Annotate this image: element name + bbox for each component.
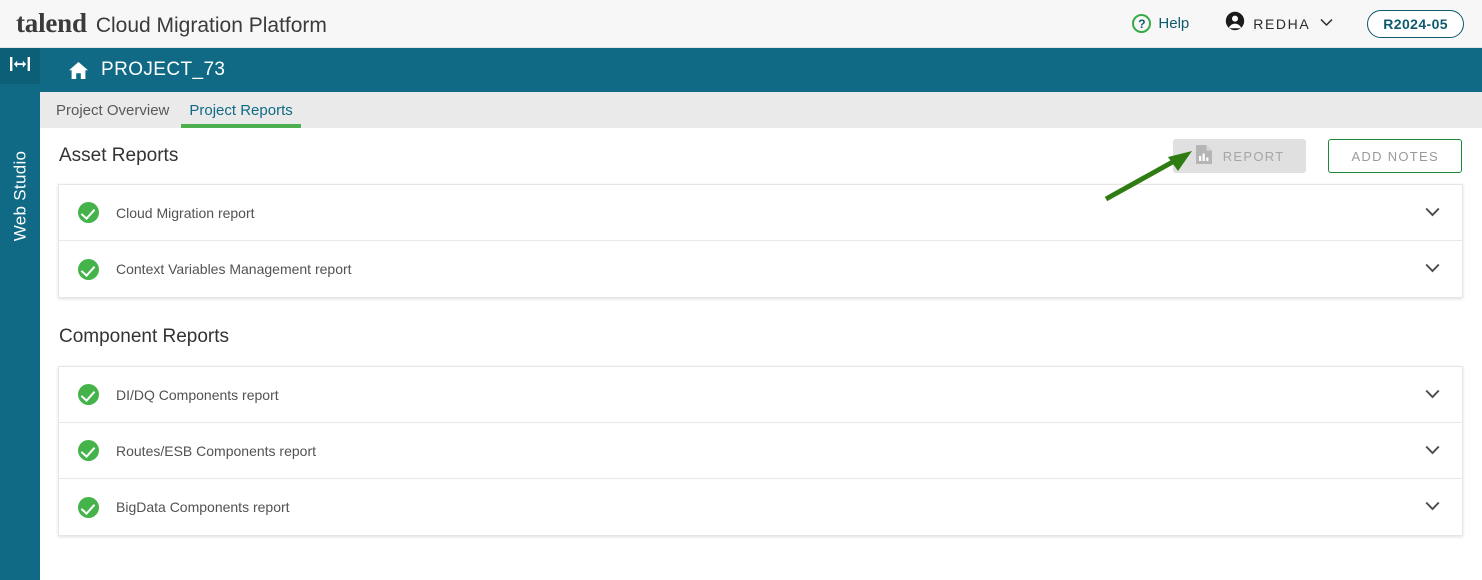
report-actions: REPORT ADD NOTES	[1172, 139, 1462, 173]
check-circle-icon	[78, 258, 99, 280]
asset-reports-title: Asset Reports	[59, 145, 179, 166]
tab-bar: Project Overview Project Reports	[40, 92, 1482, 128]
chevron-down-icon	[1320, 18, 1333, 30]
add-notes-button[interactable]: ADD NOTES	[1328, 139, 1462, 173]
check-circle-icon	[78, 384, 99, 405]
report-name: Cloud Migration report	[116, 204, 255, 221]
help-label: Help	[1158, 15, 1190, 32]
asset-reports-card: Cloud Migration report Context Variables…	[58, 184, 1463, 298]
main-content: Asset Reports REPORT ADD NOTES Cloud Mig…	[40, 128, 1482, 580]
component-reports-card: DI/DQ Components report Routes/ESB Compo…	[58, 366, 1463, 536]
user-name: REDHA	[1253, 15, 1311, 32]
chevron-down-icon[interactable]	[1425, 260, 1440, 278]
table-row[interactable]: Cloud Migration report	[59, 185, 1462, 241]
left-sidebar: Web Studio	[0, 48, 40, 580]
report-name: Context Variables Management report	[116, 261, 352, 277]
release-version-button[interactable]: R2024-05	[1367, 9, 1464, 38]
project-title: PROJECT_73	[101, 59, 226, 80]
report-name: DI/DQ Components report	[116, 386, 279, 403]
sidebar-toggle-button[interactable]	[0, 48, 40, 84]
chevron-down-icon[interactable]	[1425, 442, 1440, 460]
sidebar-section-label: Web Studio	[0, 96, 40, 296]
brand: talend Cloud Migration Platform	[16, 8, 327, 39]
report-name: Routes/ESB Components report	[116, 442, 316, 459]
account-circle-icon	[1225, 11, 1245, 36]
report-name: BigData Components report	[116, 499, 290, 515]
tab-project-reports[interactable]: Project Reports	[181, 102, 302, 128]
application-header: talend Cloud Migration Platform ? Help R…	[0, 0, 1482, 48]
talend-logo: talend	[16, 8, 87, 38]
expand-collapse-horizontal-icon	[9, 56, 31, 77]
table-row[interactable]: BigData Components report	[59, 479, 1462, 535]
check-circle-icon	[78, 440, 99, 461]
table-row[interactable]: Context Variables Management report	[59, 241, 1462, 297]
report-button[interactable]: REPORT	[1172, 139, 1307, 173]
table-row[interactable]: Routes/ESB Components report	[59, 423, 1462, 479]
chevron-down-icon[interactable]	[1425, 204, 1440, 222]
tab-project-overview[interactable]: Project Overview	[56, 102, 169, 128]
chevron-down-icon[interactable]	[1425, 498, 1440, 516]
chevron-down-icon[interactable]	[1425, 386, 1440, 404]
project-header: PROJECT_73	[40, 48, 1482, 92]
report-document-icon	[1195, 144, 1213, 168]
sidebar-label-text: Web Studio	[10, 150, 30, 242]
home-icon[interactable]	[68, 61, 89, 80]
header-actions: ? Help REDHA R2024-05	[1132, 9, 1464, 38]
help-button[interactable]: ? Help	[1132, 14, 1189, 33]
question-circle-icon: ?	[1132, 14, 1152, 33]
component-reports-title: Component Reports	[59, 326, 230, 347]
report-button-label: REPORT	[1222, 148, 1285, 164]
check-circle-icon	[78, 496, 99, 518]
user-menu[interactable]: REDHA	[1225, 11, 1333, 36]
asset-reports-header: Asset Reports REPORT ADD NOTES	[40, 128, 1482, 184]
product-name: Cloud Migration Platform	[95, 14, 327, 37]
table-row[interactable]: DI/DQ Components report	[59, 367, 1462, 423]
check-circle-icon	[78, 202, 99, 223]
